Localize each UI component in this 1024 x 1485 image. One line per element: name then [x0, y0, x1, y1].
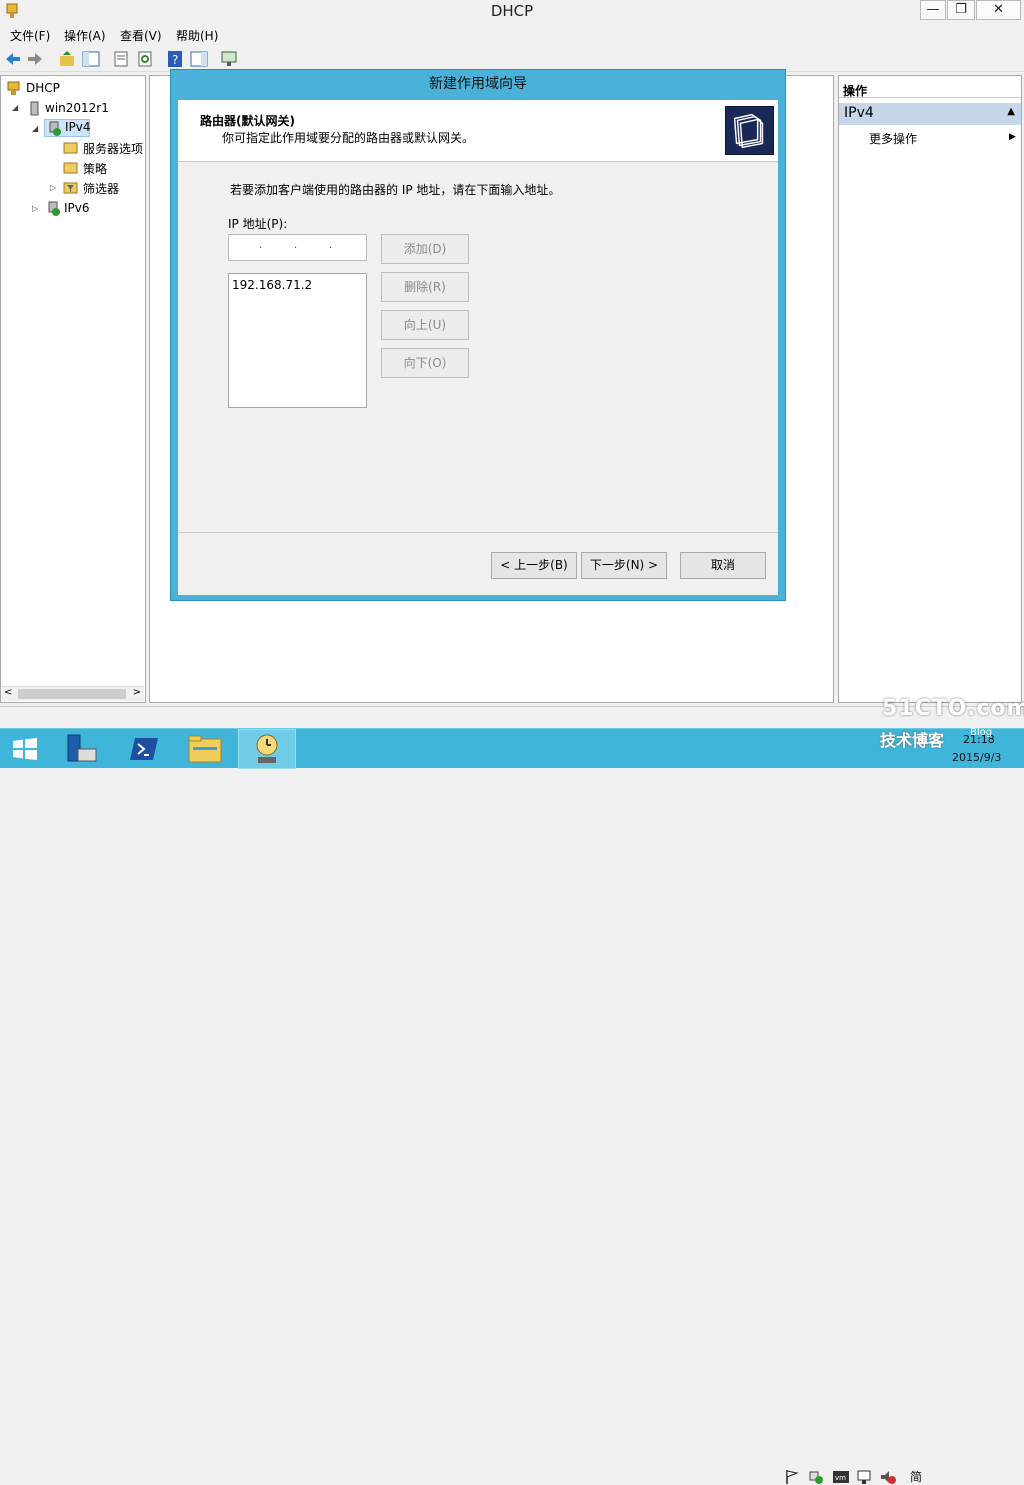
policies-icon	[63, 162, 78, 174]
window-title: DHCP	[490, 2, 534, 20]
dialog-body: 路由器(默认网关) 你可指定此作用域要分配的路由器或默认网关。 若要添加客户端使…	[178, 100, 778, 595]
action-pane-icon[interactable]	[190, 50, 208, 68]
menu-view[interactable]: 查看(V)	[120, 27, 162, 44]
menu-bar: 文件(F) 操作(A) 查看(V) 帮助(H)	[0, 23, 1024, 45]
ipv6-icon	[48, 201, 60, 216]
restore-button[interactable]: ❐	[947, 0, 975, 20]
add-button[interactable]: 添加(D)	[381, 234, 469, 264]
menu-help[interactable]: 帮助(H)	[176, 27, 218, 44]
start-button[interactable]	[0, 729, 58, 769]
help-icon[interactable]: ?	[166, 50, 184, 68]
dialog-title: 新建作用域向导	[429, 76, 527, 92]
instruction-text: 若要添加客户端使用的路由器的 IP 地址，请在下面输入地址。	[230, 183, 561, 197]
properties-icon[interactable]	[112, 50, 130, 68]
forward-arrow-icon[interactable]	[26, 50, 44, 68]
scroll-thumb[interactable]	[18, 689, 126, 699]
speaker-muted-icon[interactable]	[880, 1469, 896, 1485]
menu-action[interactable]: 操作(A)	[64, 27, 106, 44]
taskbar: vm 简	[0, 728, 1024, 1484]
clock-date[interactable]: 2015/9/3	[952, 751, 1001, 764]
new-scope-wizard-dialog: 新建作用域向导 路由器(默认网关) 你可指定此作用域要分配的路由器或默认网关。 …	[170, 69, 786, 601]
tree-node-ipv4[interactable]: IPv4	[44, 119, 91, 137]
filters-icon	[63, 182, 78, 194]
up-folder-icon[interactable]	[58, 50, 76, 68]
input-language[interactable]: 简	[910, 1468, 922, 1485]
watermark-blog: Blog	[970, 727, 993, 738]
server-icon	[30, 101, 39, 116]
taskbar-server-manager[interactable]	[56, 729, 114, 769]
expand-arrow-icon[interactable]: ◢	[12, 103, 18, 112]
router-ip-list[interactable]: 192.168.71.2	[228, 273, 367, 408]
watermark-sub: 技术博客	[880, 731, 945, 750]
server-manager-icon	[67, 734, 97, 762]
dhcp-icon	[7, 81, 20, 95]
next-button[interactable]: 下一步(N) >	[581, 552, 667, 579]
expand-arrow-icon[interactable]: ◢	[32, 124, 38, 133]
windows-logo-icon	[13, 738, 37, 760]
taskbar-dhcp-active[interactable]	[238, 729, 296, 769]
powershell-icon	[130, 738, 158, 760]
collapse-arrow-icon[interactable]: ▷	[32, 204, 38, 213]
collapse-arrow-icon[interactable]: ▷	[50, 183, 56, 192]
svg-text:?: ?	[172, 53, 178, 67]
actions-pane: 操作 IPv4 ▲ 更多操作 ▶	[838, 75, 1022, 703]
minimize-button[interactable]: —	[920, 0, 946, 20]
vm-icon[interactable]: vm	[832, 1469, 850, 1485]
taskbar-file-explorer[interactable]	[176, 729, 234, 769]
page-heading: 路由器(默认网关)	[200, 114, 295, 128]
close-button[interactable]: ✕	[976, 0, 1021, 20]
menu-file[interactable]: 文件(F)	[10, 27, 50, 44]
move-down-button[interactable]: 向下(O)	[381, 348, 469, 378]
monitor-icon[interactable]	[220, 50, 238, 68]
refresh-icon[interactable]	[136, 50, 154, 68]
wizard-header: 路由器(默认网关) 你可指定此作用域要分配的路由器或默认网关。	[178, 100, 778, 162]
remove-button[interactable]: 删除(R)	[381, 272, 469, 302]
status-bar	[0, 706, 1024, 728]
console-tree: DHCP ◢ win2012r1 ◢ IPv4 服务器选项 策略 ▷ 筛选器 ▷…	[0, 75, 146, 703]
cancel-button[interactable]: 取消	[680, 552, 766, 579]
ip-address-input[interactable]: . . .	[228, 234, 367, 261]
back-arrow-icon[interactable]	[4, 50, 22, 68]
ip-address-label: IP 地址(P):	[228, 217, 288, 231]
actions-header: 操作	[839, 76, 1021, 98]
dhcp-icon	[256, 734, 278, 763]
more-actions-item[interactable]: 更多操作	[869, 130, 917, 147]
page-subheading: 你可指定此作用域要分配的路由器或默认网关。	[222, 131, 475, 145]
taskbar-powershell[interactable]	[116, 729, 174, 769]
network-status-icon[interactable]	[808, 1469, 824, 1485]
show-tree-icon[interactable]	[82, 50, 100, 68]
submenu-arrow-icon: ▶	[1009, 132, 1016, 142]
collapse-up-icon[interactable]: ▲	[1007, 106, 1015, 117]
divider	[178, 532, 778, 533]
network-adapter-icon[interactable]	[856, 1469, 872, 1485]
move-up-button[interactable]: 向上(U)	[381, 310, 469, 340]
server-options-icon	[63, 142, 78, 154]
svg-text:vm: vm	[835, 1474, 846, 1482]
tree-horizontal-scrollbar[interactable]: < >	[2, 686, 144, 701]
list-item[interactable]: 192.168.71.2	[232, 278, 312, 292]
watermark-site: 51CTO.com	[882, 696, 1024, 721]
ipv4-icon	[49, 121, 61, 136]
wizard-folders-icon	[725, 106, 774, 155]
flag-icon[interactable]	[784, 1469, 800, 1485]
actions-section-ipv4[interactable]: IPv4 ▲	[839, 103, 1021, 125]
back-button[interactable]: < 上一步(B)	[491, 552, 577, 579]
folder-icon	[188, 735, 222, 763]
title-bar: DHCP — ❐ ✕	[0, 0, 1024, 23]
